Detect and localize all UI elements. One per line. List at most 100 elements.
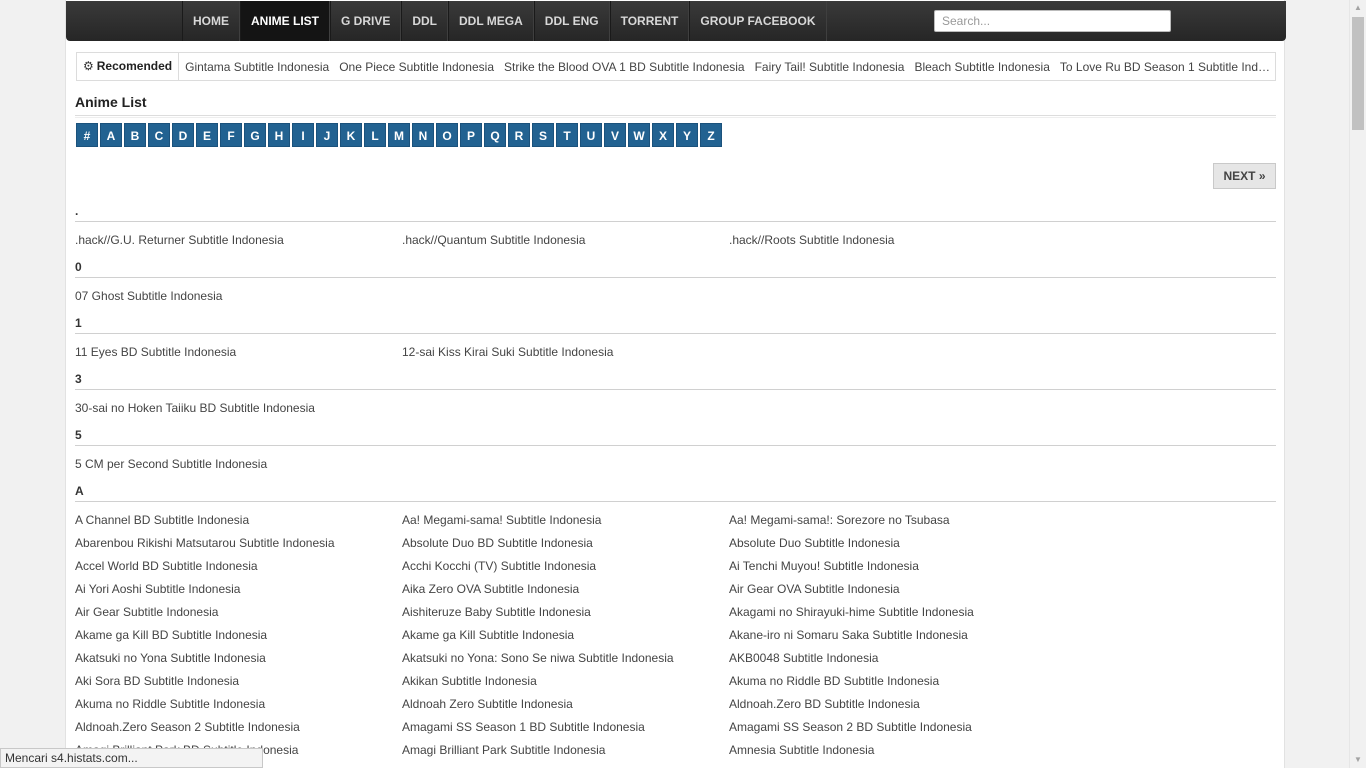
anime-link[interactable]: Akane-iro ni Somaru Saka Subtitle Indone… (729, 628, 968, 642)
anime-link[interactable]: Aki Sora BD Subtitle Indonesia (75, 674, 239, 688)
group-heading: 0 (75, 260, 82, 274)
letter-index-q[interactable]: Q (484, 123, 506, 147)
nav-item-torrent[interactable]: TORRENT (609, 1, 690, 41)
anime-link[interactable]: Aa! Megami-sama! Subtitle Indonesia (402, 513, 601, 527)
anime-link[interactable]: Ai Yori Aoshi Subtitle Indonesia (75, 582, 240, 596)
letter-index-y[interactable]: Y (676, 123, 698, 147)
anime-link[interactable]: Ai Tenchi Muyou! Subtitle Indonesia (729, 559, 919, 573)
anime-link[interactable]: A Channel BD Subtitle Indonesia (75, 513, 249, 527)
anime-link[interactable]: Aldnoah.Zero BD Subtitle Indonesia (729, 697, 920, 711)
letter-index-x[interactable]: X (652, 123, 674, 147)
scroll-thumb[interactable] (1352, 17, 1364, 130)
letter-index-n[interactable]: N (412, 123, 434, 147)
group-divider (75, 221, 1276, 222)
anime-link[interactable]: Akikan Subtitle Indonesia (402, 674, 537, 688)
anime-link[interactable]: 12-sai Kiss Kirai Suki Subtitle Indonesi… (402, 345, 613, 359)
recommended-link[interactable]: Gintama Subtitle Indonesia (185, 60, 329, 74)
letter-index-h[interactable]: H (268, 123, 290, 147)
anime-link[interactable]: Aldnoah.Zero Season 2 Subtitle Indonesia (75, 720, 300, 734)
letter-index-s[interactable]: S (532, 123, 554, 147)
nav-item-home[interactable]: HOME (182, 1, 240, 41)
letter-index-r[interactable]: R (508, 123, 530, 147)
anime-link[interactable]: Amagi Brilliant Park Subtitle Indonesia (402, 743, 605, 757)
letter-index-b[interactable]: B (124, 123, 146, 147)
title-divider (75, 115, 1276, 118)
recommended-label: ⚙ Recomended (77, 53, 180, 80)
group-heading: 3 (75, 372, 82, 386)
anime-link[interactable]: Akuma no Riddle BD Subtitle Indonesia (729, 674, 939, 688)
scroll-up-icon[interactable]: ▲ (1350, 0, 1366, 16)
recommended-link[interactable]: Strike the Blood OVA 1 BD Subtitle Indon… (504, 60, 745, 74)
anime-link[interactable]: Akatsuki no Yona Subtitle Indonesia (75, 651, 266, 665)
anime-link[interactable]: 11 Eyes BD Subtitle Indonesia (75, 345, 236, 359)
top-navbar: HOME ANIME LIST G DRIVE DDL DDL MEGA DDL ENG T… (66, 1, 1286, 41)
letter-index-g[interactable]: G (244, 123, 266, 147)
anime-link[interactable]: .hack//Quantum Subtitle Indonesia (402, 233, 585, 247)
anime-link[interactable]: Akatsuki no Yona: Sono Se niwa Subtitle … (402, 651, 674, 665)
nav-item-ddl-mega[interactable]: DDL MEGA (448, 1, 534, 41)
nav-item-ddl[interactable]: DDL (401, 1, 449, 41)
letter-index-w[interactable]: W (628, 123, 650, 147)
recommended-link[interactable]: To Love Ru BD Season 1 Subtitle Indonesi… (1060, 60, 1271, 74)
anime-link[interactable]: .hack//Roots Subtitle Indonesia (729, 233, 894, 247)
anime-link[interactable]: Akagami no Shirayuki-hime Subtitle Indon… (729, 605, 974, 619)
anime-link[interactable]: Aa! Megami-sama!: Sorezore no Tsubasa (729, 513, 950, 527)
recommended-link[interactable]: Fairy Tail! Subtitle Indonesia (755, 60, 905, 74)
anime-link[interactable]: Acchi Kocchi (TV) Subtitle Indonesia (402, 559, 596, 573)
letter-index-t[interactable]: T (556, 123, 578, 147)
anime-link[interactable]: AKB0048 Subtitle Indonesia (729, 651, 878, 665)
letter-index-e[interactable]: E (196, 123, 218, 147)
nav-item-ddl-eng[interactable]: DDL ENG (533, 1, 610, 41)
nav-item-group-facebook[interactable]: GROUP FACEBOOK (689, 1, 827, 41)
letter-index-k[interactable]: K (340, 123, 362, 147)
anime-link[interactable]: Air Gear OVA Subtitle Indonesia (729, 582, 900, 596)
anime-link[interactable]: Abarenbou Rikishi Matsutarou Subtitle In… (75, 536, 335, 550)
letter-index-a[interactable]: A (100, 123, 122, 147)
anime-link[interactable]: Amagami SS Season 2 BD Subtitle Indonesi… (729, 720, 972, 734)
anime-link[interactable]: Amagami SS Season 1 BD Subtitle Indonesi… (402, 720, 645, 734)
anime-link[interactable]: Absolute Duo Subtitle Indonesia (729, 536, 900, 550)
letter-index-v[interactable]: V (604, 123, 626, 147)
letter-index-i[interactable]: I (292, 123, 314, 147)
letter-index-f[interactable]: F (220, 123, 242, 147)
anime-link[interactable]: Amnesia Subtitle Indonesia (729, 743, 874, 757)
group-divider (75, 501, 1276, 502)
nav-item-anime-list[interactable]: ANIME LIST (240, 1, 330, 41)
anime-link[interactable]: .hack//G.U. Returner Subtitle Indonesia (75, 233, 284, 247)
letter-index-u[interactable]: U (580, 123, 602, 147)
anime-link[interactable]: Aldnoah Zero Subtitle Indonesia (402, 697, 573, 711)
letter-index-hash[interactable]: # (76, 123, 98, 147)
letter-index-p[interactable]: P (460, 123, 482, 147)
letter-index-l[interactable]: L (364, 123, 386, 147)
anime-link[interactable]: Aika Zero OVA Subtitle Indonesia (402, 582, 579, 596)
group-heading: 1 (75, 316, 82, 330)
anime-link[interactable]: 07 Ghost Subtitle Indonesia (75, 289, 222, 303)
anime-link[interactable]: 5 CM per Second Subtitle Indonesia (75, 457, 267, 471)
anime-link[interactable]: Akame ga Kill BD Subtitle Indonesia (75, 628, 267, 642)
recommended-link[interactable]: Bleach Subtitle Indonesia (914, 60, 1049, 74)
anime-link[interactable]: Accel World BD Subtitle Indonesia (75, 559, 258, 573)
letter-index-c[interactable]: C (148, 123, 170, 147)
group-divider (75, 277, 1276, 278)
nav-item-g-drive[interactable]: G DRIVE (330, 1, 402, 41)
search-input[interactable] (934, 10, 1171, 32)
anime-link[interactable]: Akuma no Riddle Subtitle Indonesia (75, 697, 265, 711)
letter-index-d[interactable]: D (172, 123, 194, 147)
group-divider (75, 389, 1276, 390)
anime-link[interactable]: Aishiteruze Baby Subtitle Indonesia (402, 605, 591, 619)
scroll-down-icon[interactable]: ▼ (1350, 752, 1366, 768)
letter-index-o[interactable]: O (436, 123, 458, 147)
next-button[interactable]: NEXT » (1213, 163, 1276, 189)
anime-link[interactable]: 30-sai no Hoken Taiiku BD Subtitle Indon… (75, 401, 315, 415)
anime-link[interactable]: Air Gear Subtitle Indonesia (75, 605, 218, 619)
recommended-label-text: Recomended (96, 59, 173, 73)
gear-icon: ⚙ (83, 59, 94, 73)
page-container: HOME ANIME LIST G DRIVE DDL DDL MEGA DDL ENG T… (65, 0, 1286, 768)
letter-index-m[interactable]: M (388, 123, 410, 147)
scrollbar[interactable]: ▲ ▼ (1349, 0, 1366, 768)
anime-link[interactable]: Absolute Duo BD Subtitle Indonesia (402, 536, 593, 550)
anime-link[interactable]: Akame ga Kill Subtitle Indonesia (402, 628, 574, 642)
letter-index-j[interactable]: J (316, 123, 338, 147)
recommended-link[interactable]: One Piece Subtitle Indonesia (339, 60, 494, 74)
letter-index-z[interactable]: Z (700, 123, 722, 147)
